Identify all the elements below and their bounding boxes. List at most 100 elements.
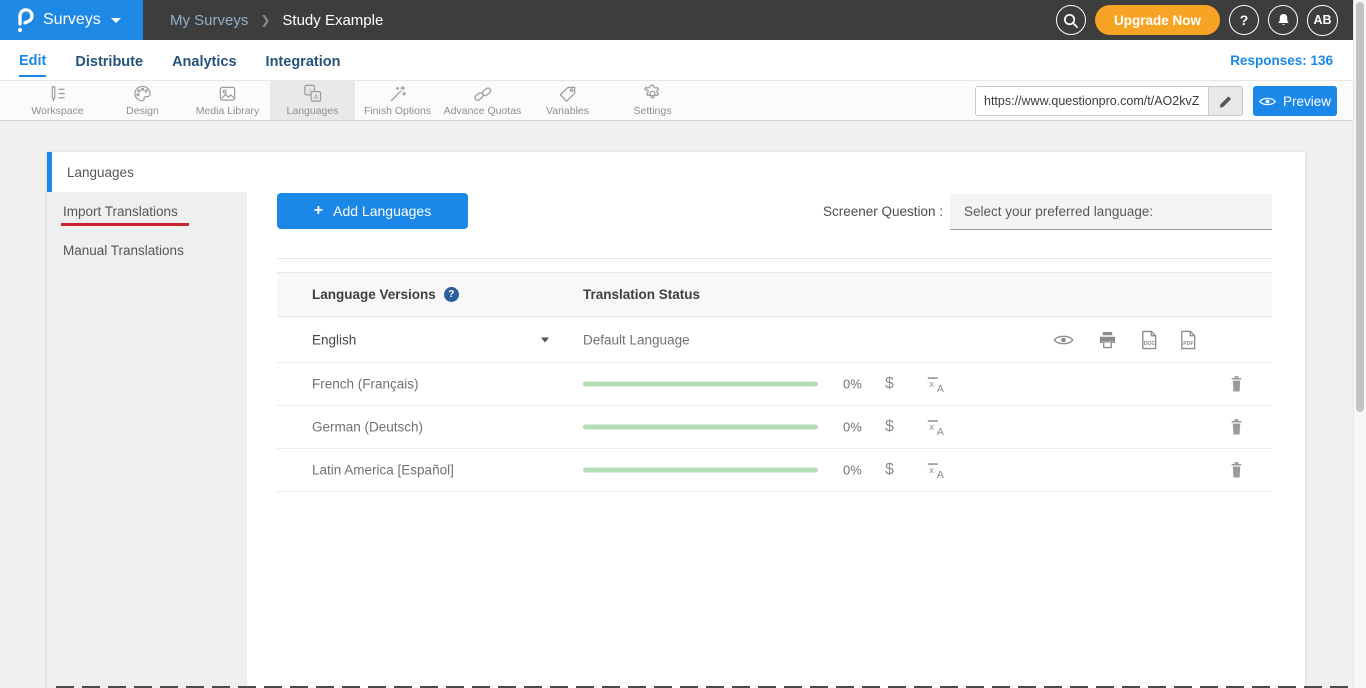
table-row-language: German (Deutsch) 0% $ x A bbox=[277, 406, 1272, 449]
breadcrumb-my-surveys[interactable]: My Surveys bbox=[170, 12, 248, 29]
edit-url-button[interactable] bbox=[1208, 86, 1243, 116]
upgrade-now-button[interactable]: Upgrade Now bbox=[1095, 5, 1220, 35]
language-name: French (Français) bbox=[312, 377, 419, 392]
vertical-scrollbar[interactable] bbox=[1353, 0, 1366, 688]
translate-button[interactable]: x A bbox=[925, 418, 947, 437]
default-language-name[interactable]: English bbox=[312, 332, 356, 347]
tab-integration[interactable]: Integration bbox=[266, 45, 341, 76]
language-versions-table: Language Versions ? Translation Status E… bbox=[277, 272, 1272, 492]
svg-text:x: x bbox=[929, 422, 934, 433]
tool-settings[interactable]: Settings bbox=[610, 81, 695, 120]
tab-analytics[interactable]: Analytics bbox=[172, 45, 236, 76]
translate-icon: x A bbox=[925, 461, 947, 480]
tool-finish-options[interactable]: Finish Options bbox=[355, 81, 440, 120]
tool-design[interactable]: Design bbox=[100, 81, 185, 120]
translation-percent: 0% bbox=[843, 420, 862, 435]
sidebar-item-languages[interactable]: Languages bbox=[47, 152, 247, 192]
help-button[interactable]: ? bbox=[1229, 5, 1259, 35]
tool-label: Design bbox=[126, 106, 159, 117]
tool-languages[interactable]: ☆ A Languages bbox=[270, 81, 355, 120]
tool-label: Variables bbox=[546, 106, 589, 117]
settings-sidebar: Languages Import Translations Manual Tra… bbox=[47, 152, 247, 688]
svg-text:A: A bbox=[937, 469, 944, 480]
tool-label: Media Library bbox=[196, 106, 260, 117]
translation-progress-bar bbox=[583, 425, 818, 430]
translation-percent: 0% bbox=[843, 377, 862, 392]
survey-url-input[interactable] bbox=[975, 86, 1208, 116]
edit-toolbar: Workspace Design Media Library ☆ A Langu… bbox=[0, 81, 1353, 121]
default-language-status: Default Language bbox=[583, 332, 690, 347]
view-survey-button[interactable] bbox=[1053, 334, 1074, 346]
help-tooltip-icon[interactable]: ? bbox=[444, 287, 459, 302]
print-survey-button[interactable] bbox=[1098, 331, 1117, 348]
finish-options-wand-icon bbox=[388, 85, 407, 103]
paid-translation-button[interactable]: $ bbox=[885, 418, 894, 436]
translate-button[interactable]: x A bbox=[925, 375, 947, 394]
column-translation-status: Translation Status bbox=[583, 287, 700, 302]
responses-count[interactable]: Responses: 136 bbox=[1230, 53, 1333, 68]
tool-advance-quotas[interactable]: Advance Quotas bbox=[440, 81, 525, 120]
search-icon bbox=[1062, 12, 1079, 29]
paid-translation-button[interactable]: $ bbox=[885, 375, 894, 393]
pdf-file-icon: PDF bbox=[1179, 330, 1197, 349]
language-name: Latin America [Español] bbox=[312, 463, 454, 478]
translate-icon: x A bbox=[925, 418, 947, 437]
sidebar-rest: Import Translations Manual Translations bbox=[47, 192, 247, 688]
tool-variables[interactable]: Variables bbox=[525, 81, 610, 120]
delete-language-button[interactable] bbox=[1229, 418, 1244, 436]
export-doc-button[interactable]: DOC bbox=[1140, 330, 1158, 349]
svg-text:x: x bbox=[929, 465, 934, 476]
languages-card: Languages Import Translations Manual Tra… bbox=[47, 152, 1305, 688]
sidebar-item-import-translations[interactable]: Import Translations bbox=[47, 192, 247, 231]
tab-edit[interactable]: Edit bbox=[19, 44, 46, 77]
eye-icon bbox=[1053, 334, 1074, 346]
tool-label: Workspace bbox=[31, 106, 83, 117]
svg-text:PDF: PDF bbox=[1183, 341, 1193, 347]
export-pdf-button[interactable]: PDF bbox=[1179, 330, 1197, 349]
svg-text:A: A bbox=[313, 93, 318, 101]
sidebar-item-manual-translations[interactable]: Manual Translations bbox=[47, 231, 247, 270]
tool-label: Advance Quotas bbox=[444, 106, 522, 117]
media-library-icon bbox=[218, 85, 237, 103]
pencil-icon bbox=[1218, 94, 1233, 109]
translation-progress-bar bbox=[583, 382, 818, 387]
section-tabs: Edit Distribute Analytics Integration Re… bbox=[0, 40, 1353, 81]
delete-language-button[interactable] bbox=[1229, 461, 1244, 479]
trash-icon bbox=[1229, 461, 1244, 479]
svg-text:A: A bbox=[937, 383, 944, 394]
bell-icon bbox=[1276, 12, 1291, 28]
chevron-down-icon[interactable] bbox=[541, 337, 549, 342]
language-name: German (Deutsch) bbox=[312, 420, 423, 435]
add-languages-button[interactable]: + Add Languages bbox=[277, 193, 468, 229]
svg-text:x: x bbox=[929, 379, 934, 390]
app-logo[interactable]: Surveys bbox=[0, 0, 143, 40]
tool-label: Finish Options bbox=[364, 106, 431, 117]
tool-workspace[interactable]: Workspace bbox=[15, 81, 100, 120]
svg-text:DOC: DOC bbox=[1144, 341, 1156, 347]
delete-language-button[interactable] bbox=[1229, 375, 1244, 393]
screener-question-label: Screener Question : bbox=[823, 204, 943, 219]
languages-panel: + Add Languages Screener Question : Sele… bbox=[247, 152, 1305, 688]
product-name: Surveys bbox=[43, 11, 101, 29]
search-button[interactable] bbox=[1056, 5, 1086, 35]
preview-button[interactable]: Preview bbox=[1253, 86, 1337, 116]
printer-icon bbox=[1098, 331, 1117, 348]
scrollbar-thumb[interactable] bbox=[1356, 2, 1364, 412]
screener-question-select[interactable]: Select your preferred language: bbox=[950, 194, 1272, 230]
tab-distribute[interactable]: Distribute bbox=[75, 45, 143, 76]
doc-file-icon: DOC bbox=[1140, 330, 1158, 349]
plus-icon: + bbox=[314, 202, 323, 220]
notifications-button[interactable] bbox=[1268, 5, 1298, 35]
tool-media-library[interactable]: Media Library bbox=[185, 81, 270, 120]
translation-progress-bar bbox=[583, 468, 818, 473]
avatar[interactable]: AB bbox=[1307, 5, 1338, 36]
design-palette-icon bbox=[133, 85, 152, 103]
translate-button[interactable]: x A bbox=[925, 461, 947, 480]
table-row-default-language: English Default Language bbox=[277, 317, 1272, 363]
top-bar: Surveys My Surveys ❯ Study Example Upgra… bbox=[0, 0, 1353, 40]
breadcrumb-separator-icon: ❯ bbox=[260, 13, 270, 27]
translation-percent: 0% bbox=[843, 463, 862, 478]
variables-tag-icon bbox=[558, 85, 577, 103]
sidebar-item-label: Import Translations bbox=[63, 204, 178, 219]
paid-translation-button[interactable]: $ bbox=[885, 461, 894, 479]
